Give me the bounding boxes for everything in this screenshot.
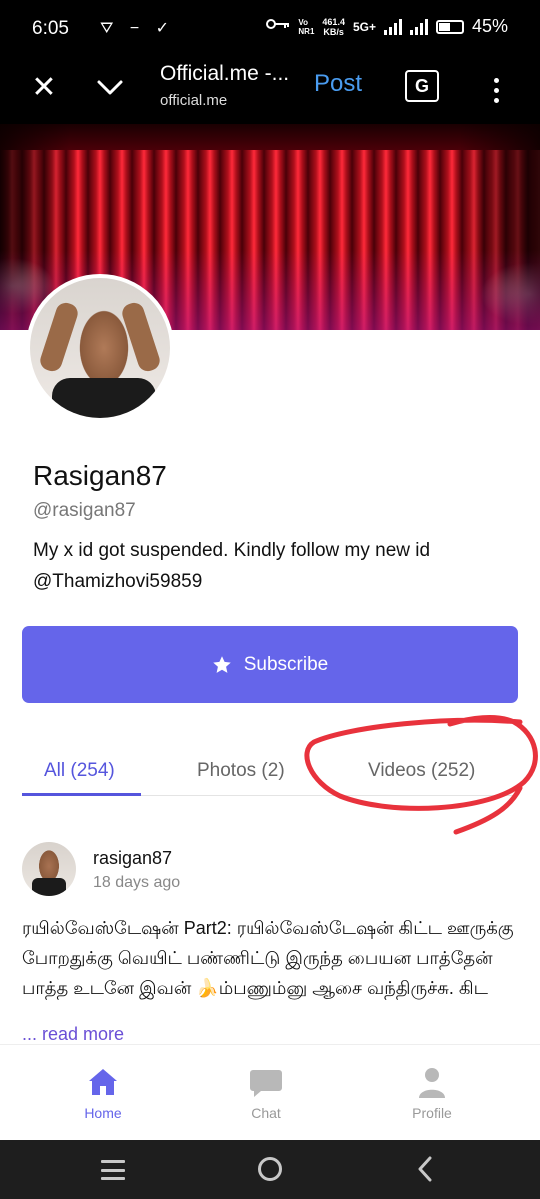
tab-videos[interactable]: Videos (252) (368, 760, 475, 782)
signal-icon (383, 18, 402, 35)
translate-icon[interactable]: G (405, 70, 439, 102)
profile-icon (419, 1068, 445, 1098)
subscribe-button[interactable]: Subscribe (22, 626, 518, 703)
display-name: Rasigan87 (33, 460, 167, 491)
nav-chat-label: Chat (251, 1105, 281, 1121)
home-icon (89, 1069, 117, 1095)
tab-photos[interactable]: Photos (2) (197, 760, 285, 782)
page-url: official.me (160, 92, 228, 109)
back-icon[interactable] (414, 1156, 438, 1182)
post-username[interactable]: rasigan87 (93, 848, 172, 869)
content-tabs: All (254) Photos (2) Videos (252) (22, 748, 518, 796)
home-button-icon[interactable] (258, 1157, 282, 1181)
nav-chat[interactable]: Chat (206, 1045, 326, 1141)
active-tab-indicator (22, 793, 141, 796)
chevron-down-icon[interactable] (94, 70, 126, 104)
nav-home-label: Home (84, 1105, 122, 1121)
bottom-nav: Home Chat Profile (0, 1044, 540, 1140)
post-button[interactable]: Post (314, 70, 362, 98)
custom-tab-toolbar: ✕ Official.me -... official.me Post G (0, 58, 540, 124)
page-title: Official.me -... (160, 62, 290, 85)
post-timestamp: 18 days ago (93, 874, 181, 891)
nav-home[interactable]: Home (43, 1045, 163, 1141)
profile-bio: My x id got suspended. Kindly follow my … (33, 540, 431, 592)
net-speed: 461.4 KB/s (322, 16, 345, 37)
key-icon (266, 17, 290, 36)
battery-percent: 45% (471, 16, 508, 36)
notification-icons: ⛛ − ✓ (100, 20, 176, 37)
system-navigation-bar (0, 1140, 540, 1199)
close-icon[interactable]: ✕ (28, 72, 60, 104)
battery-icon (435, 19, 464, 34)
post-text: ரயில்வேஸ்டேஷன் Part2: ரயில்வேஸ்டேஷன் கிட… (22, 918, 514, 998)
read-more-link[interactable]: ... read more (22, 1024, 124, 1045)
network-type: 5G+ (352, 19, 376, 34)
avatar[interactable] (26, 274, 174, 422)
more-options-icon[interactable] (484, 70, 508, 110)
tab-all[interactable]: All (254) (44, 760, 115, 782)
nav-profile[interactable]: Profile (372, 1045, 492, 1141)
status-time: 6:05 (32, 18, 69, 39)
recents-icon[interactable] (101, 1160, 125, 1180)
chat-icon (250, 1070, 282, 1097)
status-bar: 6:05 ⛛ − ✓ Vo NR1 461.4 KB/s 5G+ 45% (0, 0, 540, 58)
subscribe-label: Subscribe (243, 653, 329, 675)
nav-profile-label: Profile (412, 1105, 452, 1121)
user-handle: @rasigan87 (33, 500, 136, 521)
volte-indicator: Vo NR1 (298, 17, 315, 36)
star-icon (213, 655, 231, 673)
status-right-group: Vo NR1 461.4 KB/s 5G+ 45% (266, 16, 508, 37)
post-avatar[interactable] (22, 842, 76, 896)
signal-2-icon (409, 18, 428, 35)
